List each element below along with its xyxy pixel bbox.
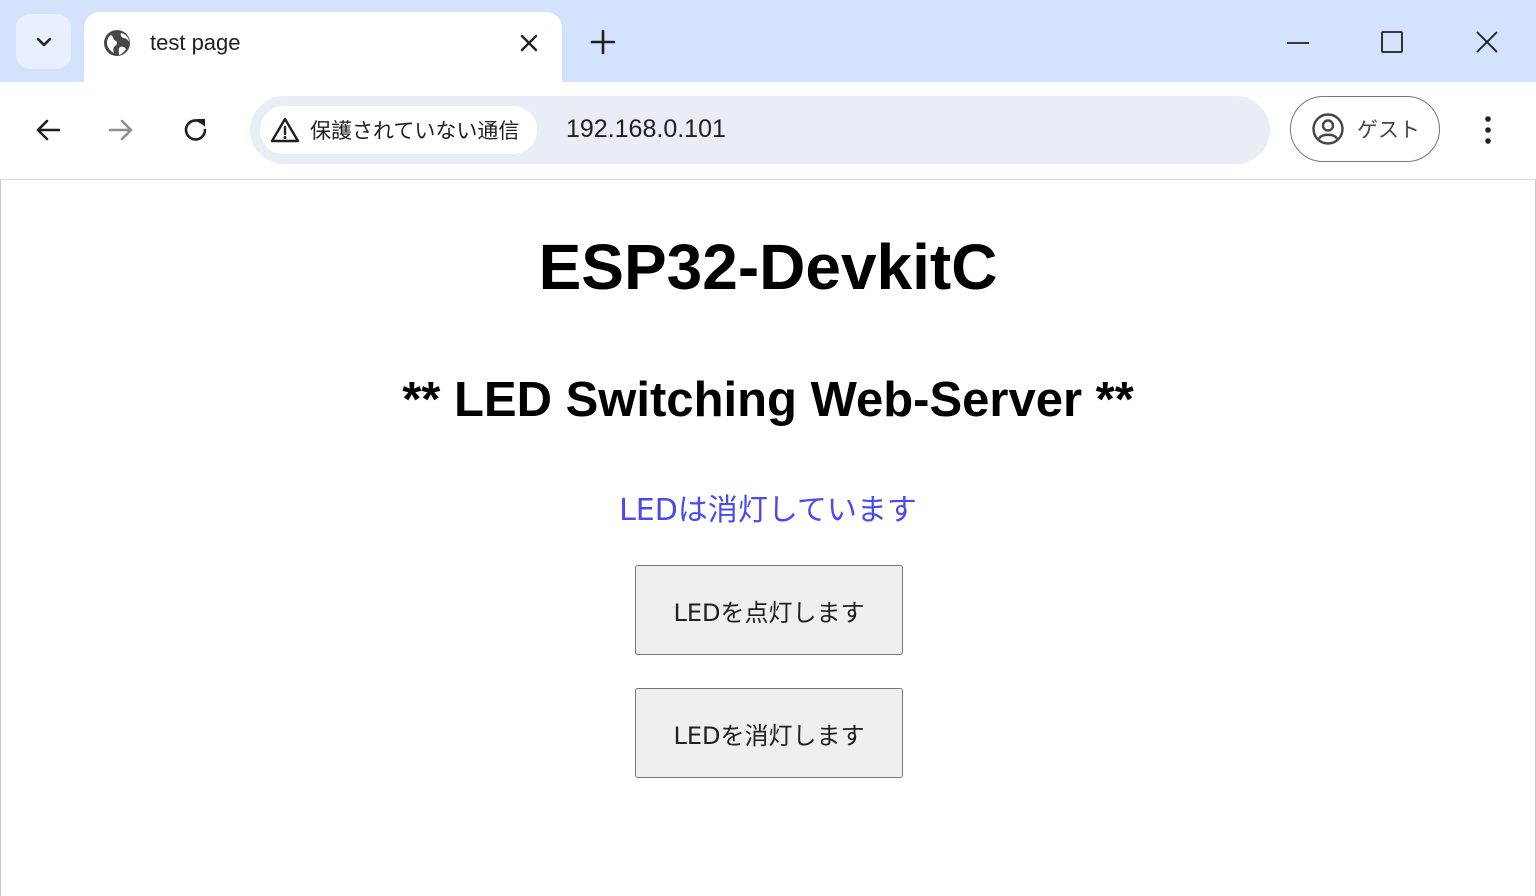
new-tab-button[interactable] (586, 25, 620, 59)
globe-icon (104, 30, 130, 56)
forward-button[interactable] (101, 110, 141, 150)
tab-search-button[interactable] (16, 14, 71, 69)
profile-button[interactable]: ゲスト (1290, 96, 1440, 162)
plus-icon (590, 29, 616, 55)
led-status-text: LEDは消灯しています (619, 493, 917, 528)
back-button[interactable] (28, 110, 68, 150)
chevron-down-icon (36, 37, 51, 46)
address-bar[interactable]: 保護されていない通信 192.168.0.101 (250, 96, 1270, 164)
more-vert-icon (1485, 116, 1491, 144)
url-text[interactable]: 192.168.0.101 (566, 115, 726, 144)
forward-arrow-icon (108, 119, 133, 141)
tab-active[interactable]: test page (84, 12, 562, 82)
maximize-icon (1381, 31, 1403, 53)
maximize-button[interactable] (1372, 22, 1412, 62)
back-arrow-icon (36, 119, 61, 141)
profile-label: ゲスト (1357, 118, 1420, 142)
security-label: 保護されていない通信 (310, 119, 520, 143)
led-on-button[interactable]: LEDを点灯します (635, 565, 903, 655)
reload-button[interactable] (176, 110, 216, 150)
warning-icon (270, 117, 300, 143)
window-close-icon (1476, 31, 1498, 53)
security-chip[interactable]: 保護されていない通信 (260, 106, 538, 154)
account-icon (1312, 113, 1344, 145)
window-close-button[interactable] (1467, 22, 1507, 62)
minimize-icon (1287, 42, 1309, 44)
close-icon (520, 34, 538, 52)
minimize-button[interactable] (1278, 22, 1318, 62)
reload-icon (184, 119, 207, 141)
page-title: ESP32-DevkitC (538, 231, 998, 303)
page-subtitle: ** LED Switching Web-Server ** (402, 373, 1134, 427)
page-content: ESP32-DevkitC ** LED Switching Web-Serve… (0, 180, 1536, 896)
browser-window: test page 保護されていない通信 192.168.0.101 ゲスト E… (0, 0, 1536, 896)
toolbar: 保護されていない通信 192.168.0.101 ゲスト (0, 82, 1536, 180)
tab-strip: test page (0, 0, 1536, 82)
led-off-button[interactable]: LEDを消灯します (635, 688, 903, 778)
tab-close-button[interactable] (516, 30, 542, 56)
tab-title: test page (150, 30, 241, 55)
menu-button[interactable] (1470, 110, 1506, 150)
